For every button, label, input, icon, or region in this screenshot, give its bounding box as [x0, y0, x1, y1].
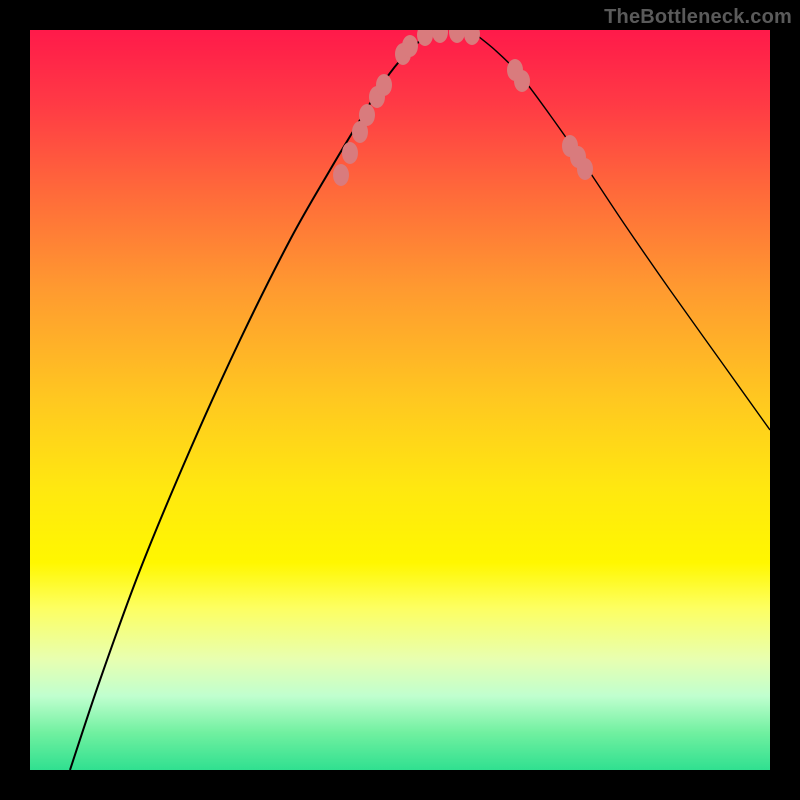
highlight-marker [577, 158, 593, 180]
left-curve-line [70, 30, 440, 770]
highlight-marker [402, 35, 418, 57]
highlight-marker [464, 30, 480, 45]
highlight-marker [376, 74, 392, 96]
highlight-marker [417, 30, 433, 46]
highlight-marker [333, 164, 349, 186]
highlight-marker [514, 70, 530, 92]
curves-layer [30, 30, 770, 770]
highlight-marker [342, 142, 358, 164]
chart-frame: TheBottleneck.com [0, 0, 800, 800]
highlight-marker [359, 104, 375, 126]
highlight-marker [449, 30, 465, 43]
highlight-marker [432, 30, 448, 43]
right-curve-line [470, 30, 770, 430]
marker-group [333, 30, 593, 186]
watermark-text: TheBottleneck.com [604, 6, 792, 29]
plot-area [30, 30, 770, 770]
